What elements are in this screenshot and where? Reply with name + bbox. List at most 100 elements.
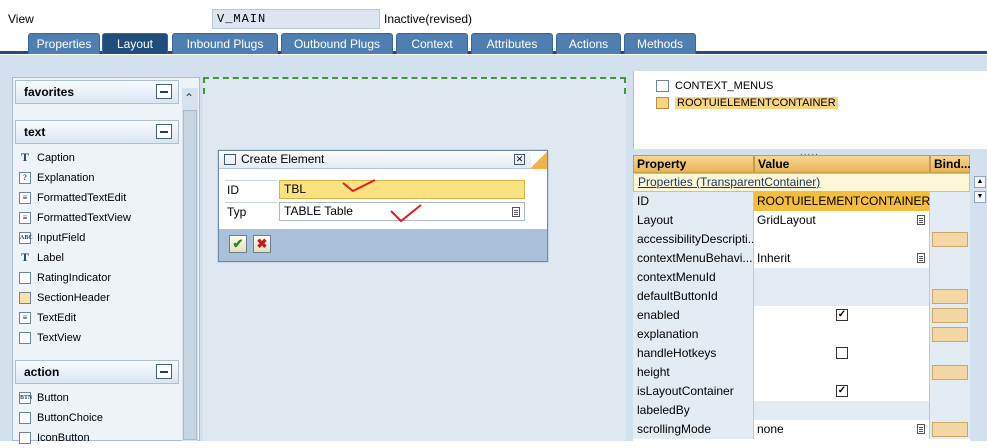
- properties-table: Property Value Bind... Properties (Trans…: [633, 155, 971, 441]
- tree-item-context-menus[interactable]: CONTEXT_MENUS: [656, 78, 773, 94]
- column-header-property[interactable]: Property: [633, 155, 754, 173]
- bind-button[interactable]: [932, 365, 968, 380]
- table-row[interactable]: isLayoutContainer ✓: [633, 382, 970, 401]
- table-row[interactable]: Layout GridLayout: [633, 211, 970, 230]
- table-row[interactable]: scrollingMode none: [633, 420, 970, 439]
- table-row[interactable]: explanation: [633, 325, 970, 344]
- table-row[interactable]: handleHotkeys: [633, 344, 970, 363]
- tab-context[interactable]: Context: [396, 33, 468, 54]
- tab-attributes[interactable]: Attributes: [471, 33, 553, 54]
- dropdown-list-icon[interactable]: [512, 207, 520, 217]
- properties-scrollbar[interactable]: ▲ ▼: [973, 173, 987, 441]
- palette-scrollbar[interactable]: ⌃: [182, 88, 198, 441]
- property-value-text: none: [757, 422, 784, 436]
- tab-methods[interactable]: Methods: [624, 33, 696, 54]
- palette-item-sectionheader[interactable]: SectionHeader: [19, 288, 110, 308]
- scrollbar-thumb[interactable]: [183, 110, 197, 440]
- palette-item-inputfield[interactable]: ABC InputField: [19, 228, 85, 248]
- column-header-bind[interactable]: Bind...: [930, 155, 971, 173]
- icon-button-icon: [19, 432, 31, 444]
- palette-item-label: RatingIndicator: [37, 272, 111, 284]
- properties-section-link[interactable]: Properties (TransparentContainer): [638, 175, 820, 189]
- bind-button[interactable]: [932, 232, 968, 247]
- table-row[interactable]: contextMenuBehavi... Inherit: [633, 249, 970, 268]
- property-value[interactable]: ROOTUIELEMENTCONTAINER: [754, 192, 930, 211]
- cancel-button[interactable]: ✖: [253, 235, 271, 253]
- table-row[interactable]: labeledBy: [633, 401, 970, 420]
- palette-item-caption[interactable]: T Caption: [19, 148, 75, 168]
- bind-button[interactable]: [932, 422, 968, 437]
- view-label: View: [8, 12, 34, 26]
- group-favorites[interactable]: favorites: [15, 80, 179, 104]
- bind-cell: [930, 344, 970, 363]
- section-header-icon: [19, 292, 31, 304]
- bind-cell: [930, 230, 970, 249]
- property-value[interactable]: [754, 268, 930, 287]
- collapse-icon[interactable]: [156, 84, 172, 99]
- table-row[interactable]: defaultButtonId: [633, 287, 970, 306]
- close-icon[interactable]: ✕: [514, 154, 525, 165]
- tab-actions[interactable]: Actions: [556, 33, 621, 54]
- property-name: explanation: [633, 325, 754, 344]
- tab-properties[interactable]: Properties: [28, 33, 100, 54]
- dropdown-list-icon[interactable]: [917, 253, 925, 263]
- tab-layout[interactable]: Layout: [102, 33, 168, 54]
- property-value[interactable]: [754, 401, 930, 420]
- bind-cell: [930, 382, 970, 401]
- bind-button[interactable]: [932, 308, 968, 323]
- palette-item-label: IconButton: [37, 432, 90, 444]
- palette-item-button[interactable]: BTN Button: [19, 388, 69, 408]
- table-row[interactable]: height: [633, 363, 970, 382]
- property-value[interactable]: [754, 344, 930, 363]
- property-value[interactable]: [754, 287, 930, 306]
- question-icon: ?: [19, 172, 31, 184]
- confirm-button[interactable]: ✔: [229, 235, 247, 253]
- type-label: Typ: [225, 202, 277, 221]
- is-layout-container-checkbox[interactable]: ✓: [836, 385, 848, 397]
- group-action[interactable]: action: [15, 360, 179, 384]
- tree-item-root-container[interactable]: ROOTUIELEMENTCONTAINER: [656, 95, 838, 111]
- view-name-field[interactable]: V_MAIN: [212, 9, 380, 29]
- palette-item-formattedtextview[interactable]: ≡ FormattedTextView: [19, 208, 131, 228]
- palette-item-buttonchoice[interactable]: ButtonChoice: [19, 408, 103, 428]
- palette-item-formattedtextedit[interactable]: ≡ FormattedTextEdit: [19, 188, 126, 208]
- scroll-up-icon[interactable]: ▲: [974, 176, 986, 188]
- group-action-label: action: [24, 365, 60, 379]
- bind-button[interactable]: [932, 289, 968, 304]
- property-value[interactable]: [754, 363, 930, 382]
- palette-item-textview[interactable]: TextView: [19, 328, 81, 348]
- palette-item-ratingindicator[interactable]: RatingIndicator: [19, 268, 111, 288]
- table-row[interactable]: accessibilityDescripti...: [633, 230, 970, 249]
- scroll-down-icon[interactable]: ▼: [974, 191, 986, 203]
- column-header-value[interactable]: Value: [754, 155, 930, 173]
- dropdown-list-icon[interactable]: [917, 424, 925, 434]
- create-element-dialog: Create Element ✕ ID TBL Typ TABLE Table …: [218, 150, 548, 262]
- property-value[interactable]: Inherit: [754, 249, 930, 268]
- dropdown-list-icon[interactable]: [917, 215, 925, 225]
- tab-inbound-plugs[interactable]: Inbound Plugs: [172, 33, 278, 54]
- id-input[interactable]: TBL: [279, 180, 525, 199]
- property-value[interactable]: ✓: [754, 306, 930, 325]
- palette-item-explanation[interactable]: ? Explanation: [19, 168, 95, 188]
- property-value[interactable]: none: [754, 420, 930, 439]
- property-value[interactable]: [754, 325, 930, 344]
- palette-item-textedit[interactable]: ≡ TextEdit: [19, 308, 76, 328]
- table-row[interactable]: enabled ✓: [633, 306, 970, 325]
- palette-item-iconbutton[interactable]: IconButton: [19, 428, 90, 448]
- collapse-icon[interactable]: [156, 364, 172, 379]
- table-row[interactable]: contextMenuId: [633, 268, 970, 287]
- enabled-checkbox[interactable]: ✓: [836, 309, 848, 321]
- property-value[interactable]: ✓: [754, 382, 930, 401]
- group-text[interactable]: text: [15, 120, 179, 144]
- palette-item-label[interactable]: T Label: [19, 248, 64, 268]
- property-value[interactable]: GridLayout: [754, 211, 930, 230]
- bind-button[interactable]: [932, 327, 968, 342]
- view-status: Inactive(revised): [384, 12, 473, 26]
- scroll-up-icon[interactable]: ⌃: [184, 91, 194, 105]
- tab-strip: Properties Layout Inbound Plugs Outbound…: [0, 32, 987, 54]
- property-value[interactable]: [754, 230, 930, 249]
- handle-hotkeys-checkbox[interactable]: [836, 347, 848, 359]
- tab-outbound-plugs[interactable]: Outbound Plugs: [281, 33, 393, 54]
- collapse-icon[interactable]: [156, 124, 172, 139]
- table-row[interactable]: ID ROOTUIELEMENTCONTAINER: [633, 192, 970, 211]
